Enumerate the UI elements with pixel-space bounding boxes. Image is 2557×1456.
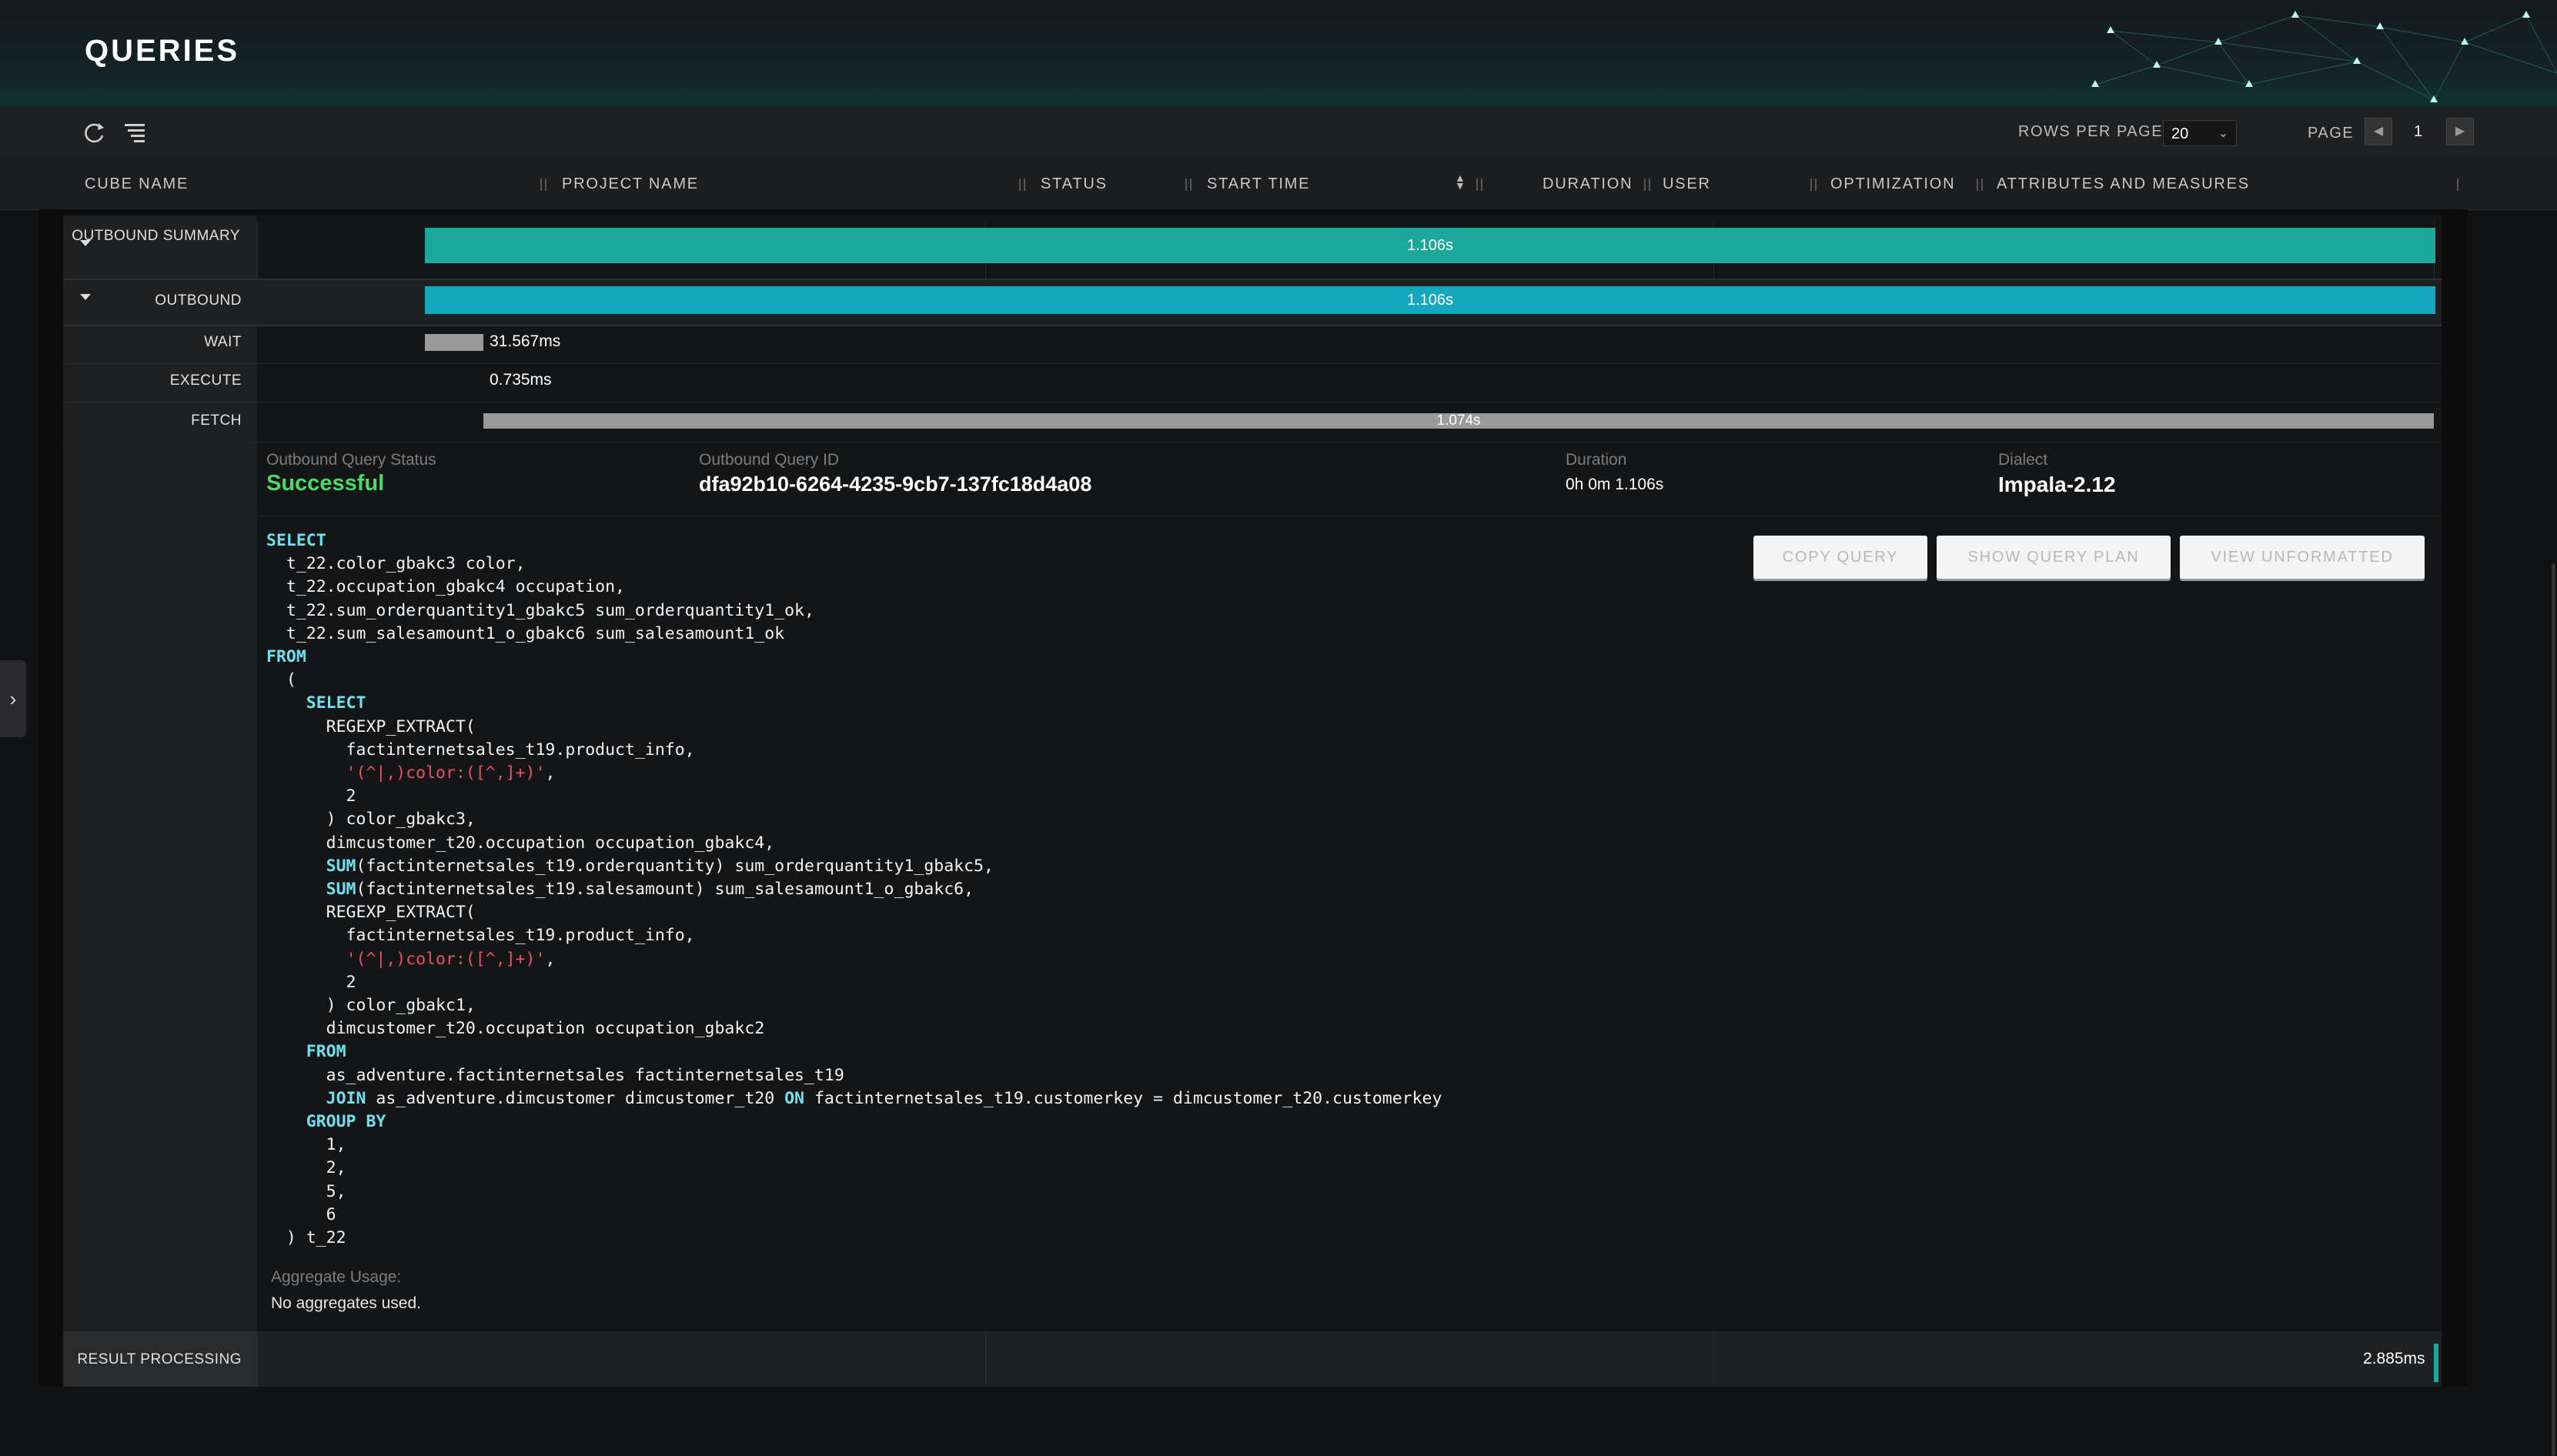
result-processing-label: RESULT PROCESSING	[77, 1351, 242, 1368]
column-attributes-and-measures[interactable]: ATTRIBUTES AND MEASURES	[1997, 175, 2250, 193]
chevron-right-icon: ›	[9, 687, 17, 710]
column-cube-name[interactable]: CUBE NAME	[85, 175, 189, 193]
sql-query-text: SELECT t_22.color_gbakc3 color, t_22.occ…	[266, 531, 1442, 1248]
sort-icon[interactable]: ▲ ▼	[1455, 172, 1466, 191]
expand-sidebar-button[interactable]: ›	[0, 660, 26, 737]
column-project-name[interactable]: PROJECT NAME	[562, 175, 699, 193]
column-resize-handle[interactable]	[1019, 179, 1025, 191]
status-label: Outbound Query Status	[266, 451, 436, 469]
execute-label: EXECUTE	[169, 372, 242, 389]
execute-row	[63, 363, 2442, 402]
column-duration[interactable]: DURATION	[1543, 175, 1633, 193]
column-resize-handle[interactable]	[540, 179, 546, 191]
page-label: PAGE	[2308, 125, 2355, 142]
duration-value: 0h 0m 1.106s	[1566, 476, 1664, 493]
result-processing-row: RESULT PROCESSING 2.885ms	[63, 1331, 2442, 1387]
refresh-icon[interactable]	[79, 117, 109, 148]
chevron-down-icon: ⌄	[2218, 127, 2228, 140]
app-header: QUERIES	[0, 0, 2557, 107]
column-user[interactable]: USER	[1663, 175, 1711, 193]
show-query-plan-button[interactable]: SHOW QUERY PLAN	[1937, 536, 2171, 579]
rows-per-page-label: ROWS PER PAGE	[2018, 123, 2164, 140]
filter-list-icon[interactable]	[120, 117, 151, 148]
column-resize-handle[interactable]	[2457, 179, 2463, 191]
outbound-summary-label: OUTBOUND SUMMARY	[72, 228, 240, 244]
fetch-bar: 1.074s	[483, 413, 2434, 429]
column-resize-handle[interactable]	[1476, 179, 1482, 191]
rows-per-page-select[interactable]: 20 ⌄	[2163, 120, 2237, 146]
copy-query-button[interactable]: COPY QUERY	[1753, 536, 1927, 579]
dialect-label: Dialect	[1998, 451, 2048, 469]
fetch-label: FETCH	[191, 412, 242, 429]
column-status[interactable]: STATUS	[1041, 175, 1108, 193]
toolbar: ROWS PER PAGE 20 ⌄ PAGE ◀ 1 ▶	[0, 106, 2557, 159]
wait-bar	[425, 334, 483, 351]
column-start-time[interactable]: START TIME	[1207, 175, 1310, 193]
wait-value: 31.567ms	[490, 332, 561, 350]
vertical-scrollbar[interactable]	[2546, 209, 2557, 1456]
outbound-label: OUTBOUND	[155, 292, 242, 309]
duration-label: Duration	[1566, 451, 1627, 469]
aggregate-usage-label: Aggregate Usage:	[271, 1268, 402, 1286]
next-page-button[interactable]: ▶	[2446, 118, 2474, 145]
page-title: QUERIES	[85, 34, 240, 68]
status-value: Successful	[266, 471, 385, 496]
query-id-label: Outbound Query ID	[699, 451, 840, 469]
dialect-value: Impala-2.12	[1998, 473, 2116, 496]
column-optimization[interactable]: OPTIMIZATION	[1830, 175, 1955, 193]
column-resize-handle[interactable]	[1185, 179, 1192, 191]
scrollbar-thumb[interactable]	[2552, 563, 2555, 1456]
grid-line	[257, 1331, 258, 1387]
query-id-value: dfa92b10-6264-4235-9cb7-137fc18d4a08	[699, 473, 1092, 496]
result-processing-value: 2.885ms	[2363, 1350, 2425, 1368]
result-processing-bar	[2434, 1344, 2438, 1382]
chevron-left-icon: ◀	[2373, 125, 2384, 138]
grid-line	[985, 1331, 986, 1387]
grid-line	[1713, 1331, 1714, 1387]
execute-value: 0.735ms	[490, 371, 552, 389]
network-decoration-icon	[2091, 11, 2557, 102]
chevron-right-icon: ▶	[2455, 125, 2465, 138]
column-header-row: CUBE NAME PROJECT NAME STATUS START TIME…	[0, 159, 2557, 210]
outbound-summary-bar: 1.106s	[425, 228, 2435, 263]
view-unformatted-button[interactable]: VIEW UNFORMATTED	[2180, 536, 2425, 579]
wait-row	[63, 325, 2442, 364]
wait-label: WAIT	[204, 334, 242, 350]
outbound-bar: 1.106s	[425, 286, 2435, 314]
previous-page-button[interactable]: ◀	[2365, 118, 2392, 145]
rows-per-page-value: 20	[2171, 125, 2189, 142]
page-number: 1	[2414, 123, 2424, 140]
column-resize-handle[interactable]	[1810, 179, 1817, 191]
column-resize-handle[interactable]	[1977, 179, 1983, 191]
aggregate-usage-value: No aggregates used.	[271, 1294, 421, 1312]
column-resize-handle[interactable]	[1644, 179, 1650, 191]
